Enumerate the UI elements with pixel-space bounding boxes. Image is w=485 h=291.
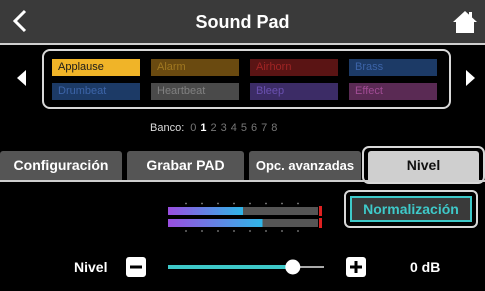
bank-selector: Banco: 0 1 2 3 4 5 6 7 8: [150, 122, 281, 136]
page-title: Sound Pad: [195, 12, 290, 32]
bank-number[interactable]: 4: [231, 122, 237, 134]
bank-number[interactable]: 8: [271, 122, 277, 134]
tab-divider: [0, 180, 485, 182]
level-slider[interactable]: [168, 259, 324, 275]
pad-button[interactable]: Brass: [349, 59, 437, 76]
pad-prev-arrow-icon[interactable]: [14, 66, 30, 90]
pad-next-arrow-icon[interactable]: [462, 66, 478, 90]
pad-button[interactable]: Applause: [52, 59, 140, 76]
tab-opc-avanzadas[interactable]: Opc. avanzadas: [249, 151, 361, 180]
minus-icon[interactable]: [126, 257, 146, 277]
tab-configuracion[interactable]: Configuración: [0, 151, 122, 180]
sound-pad-grid: Applause Alarm Airhorn Brass Drumbeat He…: [42, 49, 451, 109]
tab-nivel[interactable]: Nivel: [368, 151, 479, 180]
pad-button[interactable]: Drumbeat: [52, 83, 140, 100]
pad-button[interactable]: Airhorn: [250, 59, 338, 76]
pad-button[interactable]: Alarm: [151, 59, 239, 76]
pad-button[interactable]: Effect: [349, 83, 437, 100]
plus-icon[interactable]: [346, 257, 366, 277]
bank-number[interactable]: 1: [200, 122, 206, 134]
bank-number[interactable]: 2: [211, 122, 217, 134]
normalize-button[interactable]: Normalización: [350, 196, 472, 222]
level-label: Nivel: [74, 259, 108, 275]
bank-number[interactable]: 0: [190, 122, 196, 134]
bank-label: Banco:: [150, 122, 185, 134]
bank-number[interactable]: 5: [241, 122, 247, 134]
tab-grabar-pad[interactable]: Grabar PAD: [127, 151, 244, 180]
pad-button[interactable]: Bleep: [250, 83, 338, 100]
bank-number[interactable]: 6: [251, 122, 257, 134]
pad-button[interactable]: Heartbeat: [151, 83, 239, 100]
home-icon[interactable]: [452, 9, 478, 35]
level-meter: [168, 202, 322, 232]
bank-number[interactable]: 3: [221, 122, 227, 134]
level-value: 0 dB: [410, 259, 441, 275]
bank-number[interactable]: 7: [261, 122, 267, 134]
